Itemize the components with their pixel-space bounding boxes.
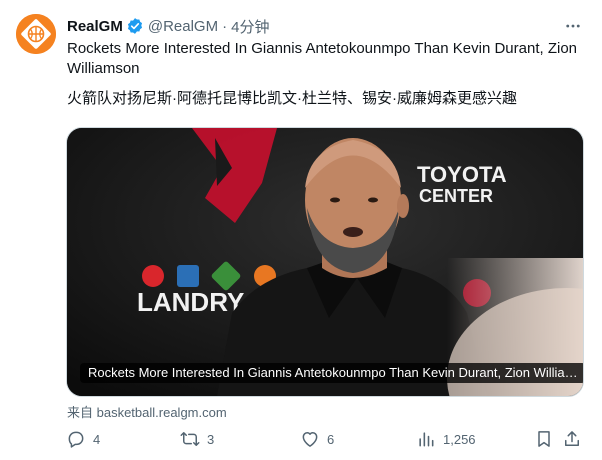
toyota-sign: TOYOTA — [417, 162, 507, 187]
author-name[interactable]: RealGM — [67, 18, 123, 35]
reply-icon — [68, 431, 84, 448]
card-image: LANDRY TOYOTA CENTER — [67, 128, 583, 396]
verified-badge-icon[interactable] — [126, 17, 144, 35]
like-button[interactable]: 6 — [300, 428, 334, 450]
heart-icon — [302, 432, 318, 447]
views-icon — [419, 432, 434, 447]
center-sign: CENTER — [419, 186, 493, 206]
separator-dot: · — [222, 17, 228, 35]
bookmark-icon — [538, 431, 550, 447]
landry-sign: LANDRY — [137, 287, 244, 317]
bookmark-button[interactable] — [534, 428, 554, 450]
tweet[interactable]: RealGM @RealGM · 4分钟 Rockets More Intere… — [0, 0, 602, 460]
more-icon — [566, 24, 580, 28]
views-count: 1,256 — [443, 431, 476, 447]
avatar[interactable] — [16, 14, 56, 54]
reply-button[interactable]: 4 — [66, 428, 100, 450]
action-bar: 4 3 6 1,256 — [62, 426, 582, 454]
link-card[interactable]: LANDRY TOYOTA CENTER Rockets More Intere… — [66, 127, 584, 397]
author-handle[interactable]: @RealGM — [148, 18, 218, 35]
share-icon — [565, 431, 579, 446]
like-count: 6 — [327, 431, 335, 447]
tweet-text: Rockets More Interested In Giannis Antet… — [67, 40, 577, 77]
repost-count: 3 — [207, 431, 215, 447]
share-button[interactable] — [562, 428, 582, 450]
card-title: Rockets More Interested In Giannis Antet… — [80, 363, 583, 383]
tweet-translation: 火箭队对扬尼斯·阿德托昆博比凯文·杜兰特、锡安·威廉姆森更感兴趣 — [67, 90, 517, 107]
views-button[interactable]: 1,256 — [416, 428, 476, 450]
reply-count: 4 — [93, 431, 101, 447]
tweet-header: RealGM @RealGM · 4分钟 — [67, 16, 269, 36]
card-source[interactable]: 来自 basketball.realgm.com — [67, 402, 227, 421]
tweet-timestamp[interactable]: 4分钟 — [231, 16, 269, 37]
repost-icon — [180, 432, 200, 446]
basketball-logo-icon — [16, 14, 56, 54]
more-options-button[interactable] — [562, 16, 584, 36]
repost-button[interactable]: 3 — [180, 428, 214, 450]
